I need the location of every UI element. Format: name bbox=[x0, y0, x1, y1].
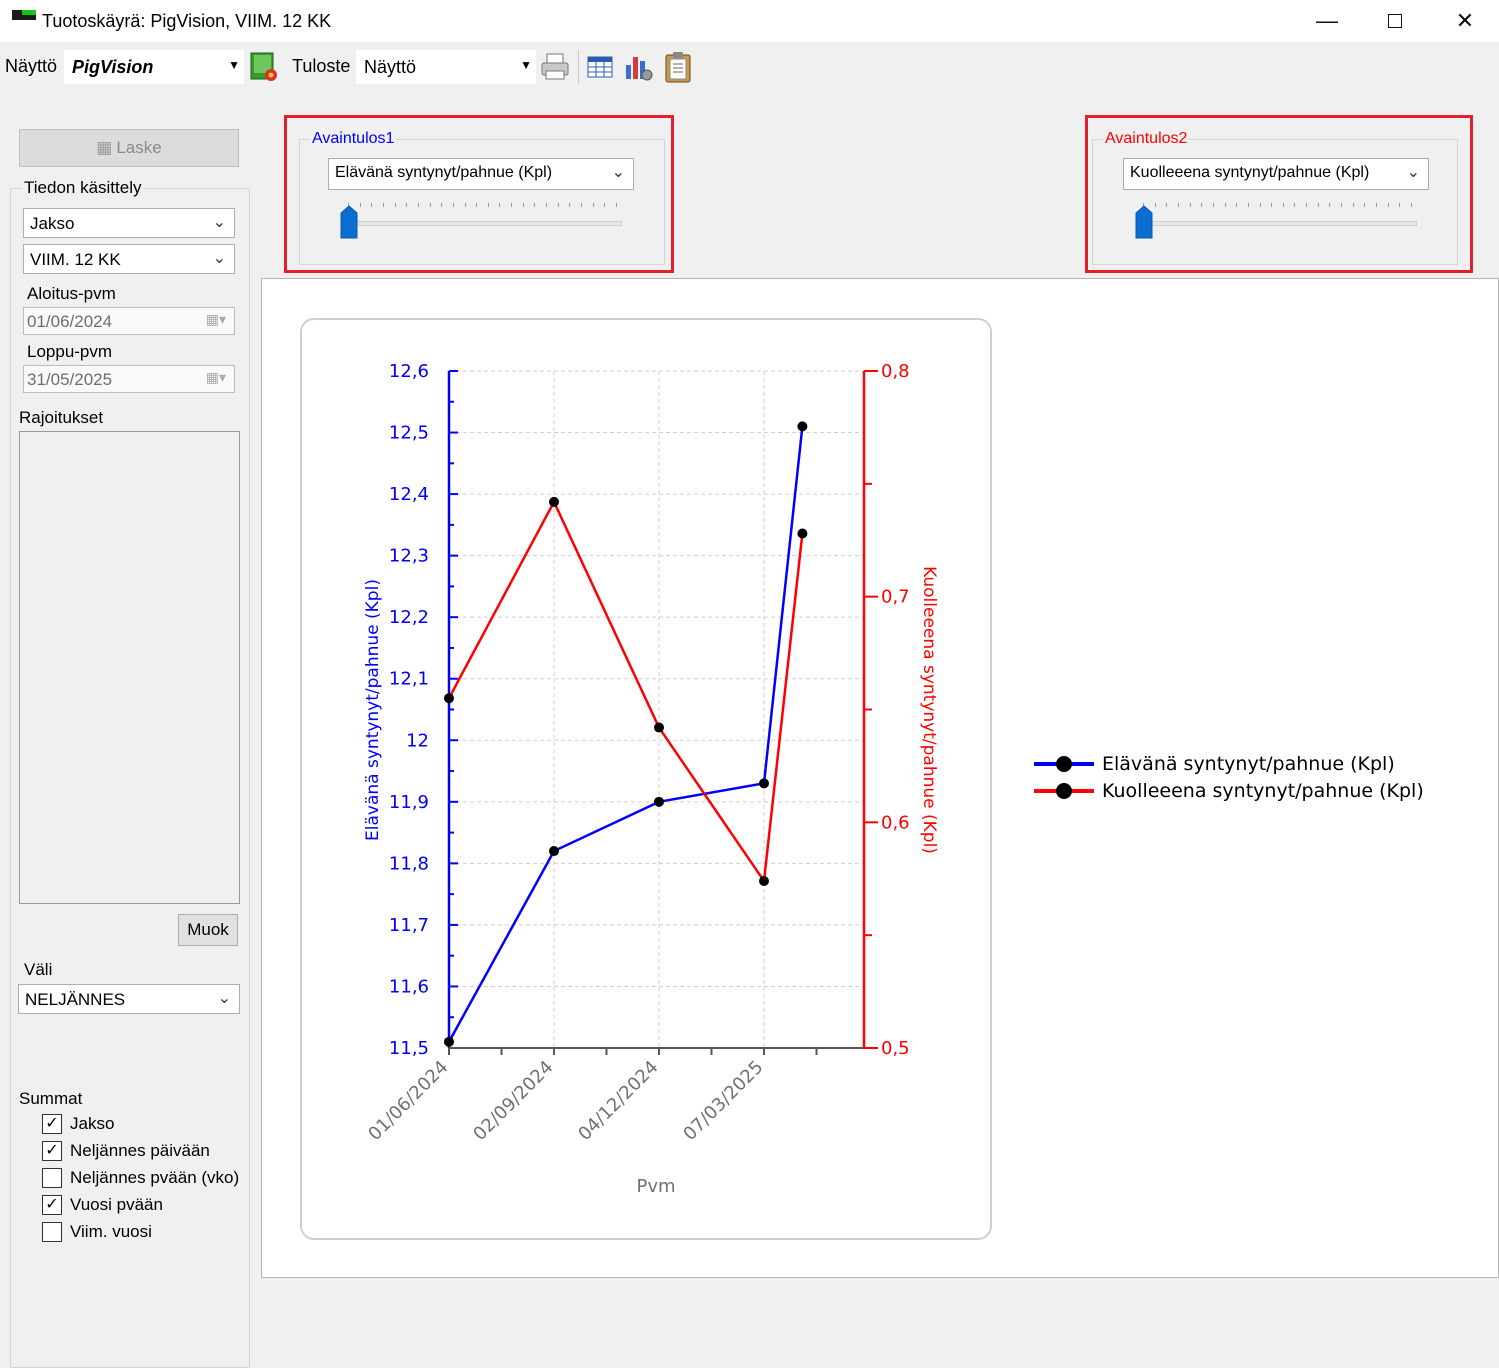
series-line bbox=[447, 426, 804, 1043]
x-axis-tick-label: 04/12/2024 bbox=[574, 1057, 662, 1145]
data-point bbox=[797, 528, 808, 539]
y-axis-right-tick-label: 0,5 bbox=[881, 1038, 910, 1059]
x-axis-tick-label: 01/06/2024 bbox=[364, 1057, 452, 1145]
y-axis-left-tick-label: 12,6 bbox=[389, 361, 429, 382]
data-point bbox=[759, 778, 769, 789]
y-axis-right-tick-label: 0,6 bbox=[881, 812, 910, 833]
y-axis-left-tick-label: 11,8 bbox=[389, 853, 429, 874]
chart-grid bbox=[449, 370, 864, 1048]
y-axis-left-label: Elävänä syntynyt/pahnue (Kpl) bbox=[363, 579, 383, 841]
y-axis-left-tick-label: 12,5 bbox=[389, 423, 429, 444]
y-axis-left-tick-label: 11,9 bbox=[389, 792, 429, 813]
x-axis-label: Pvm bbox=[636, 1176, 675, 1197]
chart-axes: 11,5 11,6 11,7 11,8 11,9 12 12,1 12,2 12,3 12,4 12… bbox=[364, 361, 909, 1145]
y-axis-left-tick-label: 12,2 bbox=[389, 607, 429, 628]
legend-label: Kuolleeena syntynyt/pahnue (Kpl) bbox=[1102, 780, 1424, 802]
data-point bbox=[444, 693, 454, 704]
data-point bbox=[654, 796, 664, 807]
legend-label: Elävänä syntynyt/pahnue (Kpl) bbox=[1102, 753, 1395, 775]
y-axis-left-tick-label: 11,6 bbox=[389, 976, 429, 997]
y-axis-right-label: Kuolleeena syntynyt/pahnue (Kpl) bbox=[919, 566, 939, 854]
chart-legend: Elävänä syntynyt/pahnue (Kpl) Kuolleeena … bbox=[1034, 753, 1424, 802]
y-axis-right-tick-label: 0,8 bbox=[881, 361, 910, 382]
data-point bbox=[654, 722, 664, 733]
chart-svg: 11,5 11,6 11,7 11,8 11,9 12 12,1 12,2 12,3 12,4 12… bbox=[363, 361, 1424, 1197]
x-axis-tick-label: 07/03/2025 bbox=[679, 1057, 767, 1145]
y-axis-right-tick-label: 0,7 bbox=[881, 587, 910, 608]
legend-swatch-marker bbox=[1056, 756, 1072, 772]
y-axis-left-tick-label: 11,7 bbox=[389, 915, 429, 936]
data-point bbox=[759, 876, 769, 887]
chart-series bbox=[444, 421, 808, 1047]
y-axis-left-tick-label: 12 bbox=[406, 730, 429, 751]
data-point bbox=[549, 846, 559, 857]
x-axis-tick-label: 02/09/2024 bbox=[469, 1057, 557, 1145]
y-axis-left-tick-label: 12,3 bbox=[389, 546, 429, 567]
legend-swatch-marker bbox=[1056, 783, 1072, 799]
y-axis-left-tick-label: 11,5 bbox=[389, 1038, 429, 1059]
data-point bbox=[549, 496, 559, 507]
y-axis-left-tick-label: 12,4 bbox=[389, 484, 429, 505]
data-point bbox=[444, 1036, 454, 1047]
series-line bbox=[447, 499, 804, 885]
y-axis-left-tick-label: 12,1 bbox=[389, 669, 429, 690]
data-point bbox=[797, 421, 808, 432]
